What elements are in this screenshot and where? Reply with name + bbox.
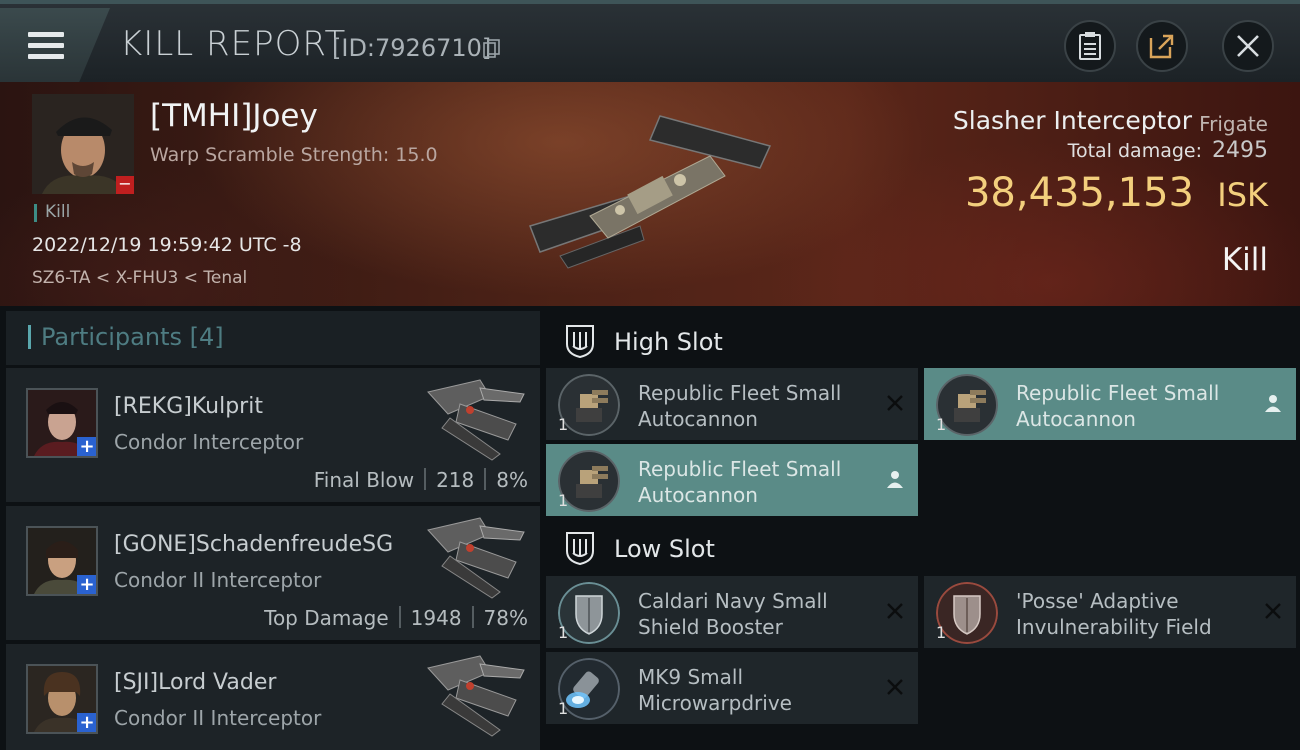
participants-count: [4]: [189, 323, 224, 351]
module-quantity: 1: [936, 415, 947, 434]
report-id: [ID:7926710]: [332, 34, 492, 62]
module-quantity: 1: [558, 415, 569, 434]
participant-avatar[interactable]: +: [26, 664, 98, 734]
report-button[interactable]: [1064, 20, 1116, 72]
module-name-line1: Republic Fleet Small: [638, 381, 842, 405]
participant-name[interactable]: [SJI]Lord Vader: [114, 670, 276, 695]
ally-badge: +: [77, 713, 96, 732]
module-item[interactable]: 1 Caldari Navy Small Shield Booster: [546, 576, 918, 648]
module-name: 'Posse' Adaptive Invulnerability Field: [1016, 588, 1256, 640]
dropped-person-icon: [1265, 395, 1281, 412]
participant-ship-image: [427, 655, 525, 737]
participant-percent: 8%: [496, 468, 528, 492]
module-quantity: 1: [936, 623, 947, 642]
module-item[interactable]: 1 MK9 Small Microwarpdrive: [546, 652, 918, 724]
participant-ship-image: [427, 379, 525, 461]
menu-icon: [28, 32, 64, 60]
module-name-line2: Microwarpdrive: [638, 691, 792, 715]
module-quantity: 1: [558, 491, 569, 510]
destroyed-icon: [887, 395, 903, 411]
kill-location[interactable]: SZ6-TA < X-FHU3 < Tenal: [32, 268, 247, 288]
module-name-line2: Autocannon: [638, 483, 758, 507]
module-quantity: 1: [558, 699, 569, 718]
participant-ship-image: [427, 517, 525, 599]
high-slot-icon: [566, 325, 594, 358]
isk-unit: ISK: [1217, 176, 1268, 214]
participant-row[interactable]: + [GONE]SchadenfreudeSG Condor II Interc…: [6, 506, 540, 640]
low-slot-header: Low Slot: [548, 519, 1300, 577]
outcome-label: Kill: [1221, 242, 1268, 278]
participant-avatar[interactable]: +: [26, 388, 98, 458]
module-name-line2: Autocannon: [1016, 407, 1136, 431]
share-button[interactable]: [1136, 20, 1188, 72]
participant-ship: Condor Interceptor: [114, 430, 304, 454]
participant-row[interactable]: + [SJI]Lord Vader Condor II Interceptor: [6, 644, 540, 750]
isk-value: 38,435,153: [964, 170, 1194, 216]
destroyed-icon: [887, 603, 903, 619]
close-button[interactable]: [1222, 20, 1274, 72]
dropped-person-icon: [887, 471, 903, 488]
copy-icon[interactable]: [483, 39, 501, 59]
low-slot-title: Low Slot: [614, 535, 715, 563]
participant-name[interactable]: [REKG]Kulprit: [114, 394, 263, 419]
participants-label: Participants: [41, 323, 182, 351]
hostile-badge: −: [116, 176, 134, 194]
page-title: KILL REPORT: [120, 24, 347, 64]
high-slot-header: High Slot: [548, 312, 1300, 370]
destroyed-icon: [1265, 603, 1281, 619]
participants-title: Participants [4]: [28, 325, 224, 349]
victim-ship-image: [529, 115, 772, 269]
share-icon: [1149, 34, 1174, 59]
participant-stats: Top Damage 1948 78%: [264, 606, 528, 630]
module-name-line1: 'Posse' Adaptive: [1016, 589, 1179, 613]
participant-row[interactable]: + [REKG]Kulprit Condor Interceptor Final…: [6, 368, 540, 502]
victim-panel: − [TMHI]Joey Warp Scramble Strength: 15.…: [0, 82, 1300, 306]
clipboard-icon: [1079, 32, 1101, 60]
top-bar: KILL REPORT [ID:7926710]: [0, 0, 1300, 82]
ally-badge: +: [77, 437, 96, 456]
victim-name[interactable]: [TMHI]Joey: [150, 98, 318, 134]
participant-damage: 1948: [410, 606, 462, 630]
participant-name[interactable]: [GONE]SchadenfreudeSG: [114, 532, 393, 557]
total-damage-value: 2495: [1212, 138, 1268, 163]
module-name-line2: Shield Booster: [638, 615, 783, 639]
participant-ship: Condor II Interceptor: [114, 706, 322, 730]
ally-badge: +: [77, 575, 96, 594]
kill-datetime: 2022/12/19 19:59:42 UTC -8: [32, 234, 302, 256]
module-item[interactable]: 1 Republic Fleet Small Autocannon: [546, 368, 918, 440]
victim-ship-class: Frigate: [1199, 112, 1268, 136]
participant-stats: Final Blow 218 8%: [314, 468, 528, 492]
module-name-line2: Invulnerability Field: [1016, 615, 1212, 639]
module-item[interactable]: 1 Republic Fleet Small Autocannon: [924, 368, 1296, 440]
module-name: Republic Fleet Small Autocannon: [638, 456, 878, 508]
module-name: Caldari Navy Small Shield Booster: [638, 588, 878, 640]
module-name-line1: Republic Fleet Small: [638, 457, 842, 481]
menu-button[interactable]: [0, 8, 110, 82]
participant-stat-label: Top Damage: [264, 606, 389, 630]
participant-avatar[interactable]: +: [26, 526, 98, 596]
participant-stat-label: Final Blow: [313, 468, 415, 492]
participant-ship: Condor II Interceptor: [114, 568, 322, 592]
low-slot-icon: [566, 532, 594, 565]
module-name: Republic Fleet Small Autocannon: [1016, 380, 1256, 432]
victim-ship-name[interactable]: Slasher Interceptor: [953, 106, 1192, 135]
module-quantity: 1: [558, 623, 569, 642]
participants-header: Participants [4]: [6, 311, 540, 365]
module-name: MK9 Small Microwarpdrive: [638, 664, 878, 716]
participant-percent: 78%: [483, 606, 528, 630]
module-name-line1: MK9 Small: [638, 665, 743, 689]
total-damage-label: Total damage:: [1067, 140, 1202, 162]
participant-damage: 218: [436, 468, 475, 492]
module-name-line1: Caldari Navy Small: [638, 589, 828, 613]
warp-scramble-strength: Warp Scramble Strength: 15.0: [150, 144, 438, 166]
kill-tag: Kill: [34, 204, 70, 222]
module-item[interactable]: 1 'Posse' Adaptive Invulnerability Field: [924, 576, 1296, 648]
module-item[interactable]: 1 Republic Fleet Small Autocannon: [546, 444, 918, 516]
destroyed-icon: [887, 679, 903, 695]
module-name-line2: Autocannon: [638, 407, 758, 431]
module-name-line1: Republic Fleet Small: [1016, 381, 1220, 405]
high-slot-title: High Slot: [614, 328, 723, 356]
module-name: Republic Fleet Small Autocannon: [638, 380, 878, 432]
close-icon: [1237, 35, 1259, 57]
